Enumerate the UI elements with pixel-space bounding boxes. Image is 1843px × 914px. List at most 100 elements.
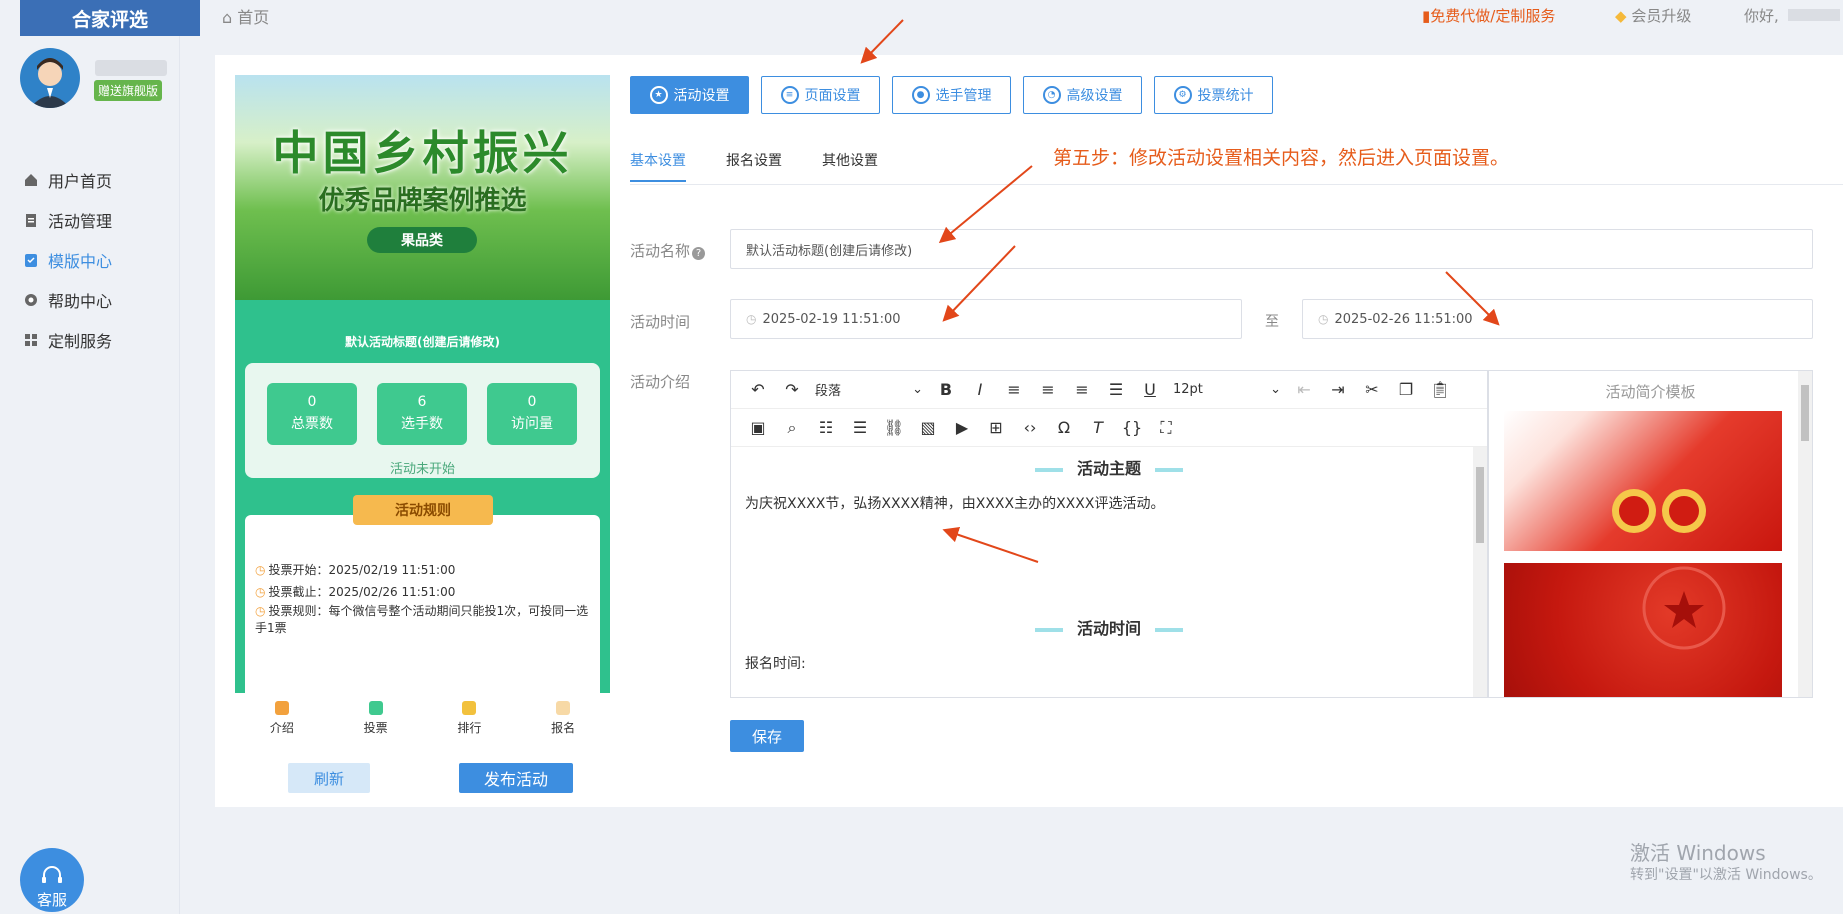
cut-icon[interactable]: ✂ [1355,377,1389,403]
sidebar-item-label: 帮助中心 [48,292,113,311]
sidebar-item-home[interactable]: 用户首页 [24,160,112,200]
redo-icon[interactable]: ↷ [775,377,809,403]
bold-icon[interactable]: B [929,377,963,403]
fullscreen-icon[interactable]: ⛶ [1149,415,1183,441]
tab-vote-stats[interactable]: ⚙ 投票统计 [1154,76,1273,114]
username-masked [95,60,167,76]
align-center-icon[interactable]: ≡ [1031,377,1065,403]
editor-scrollbar[interactable] [1473,447,1487,697]
start-time-value: 2025-02-19 11:51:00 [762,311,901,327]
bullet-list-icon[interactable]: ☷ [809,415,843,441]
copy-icon[interactable]: ❐ [1389,377,1423,403]
vip-upgrade-link[interactable]: ◆ 会员升级 [1615,5,1691,26]
select-all-icon[interactable]: ▣ [741,415,775,441]
sidebar-item-help[interactable]: 帮助中心 [24,280,112,320]
save-button[interactable]: 保存 [730,720,804,752]
preview-nav-vote[interactable]: 投票 [329,693,423,743]
clock-icon: ◷ [255,585,266,599]
stat-value: 0 [527,394,537,410]
scrollbar-thumb[interactable] [1801,385,1809,441]
omega-icon[interactable]: Ω [1047,415,1081,441]
user-greeting[interactable]: 你好, [1744,5,1779,26]
scrollbar-thumb[interactable] [1476,467,1484,543]
publish-button[interactable]: 发布活动 [459,763,573,793]
search-icon[interactable]: ⌕ [775,415,809,441]
tab-activity-settings[interactable]: ★ 活动设置 [630,76,749,114]
home-icon [24,173,38,187]
justify-icon[interactable]: ☰ [1099,377,1133,403]
paragraph-select[interactable]: 段落 ⌄ [809,377,929,403]
template-thumbnail[interactable] [1504,411,1782,551]
template-scrollbar[interactable] [1798,371,1812,697]
avatar[interactable] [20,48,80,108]
plan-badge: 赠送旗舰版 [94,80,163,101]
stats-icon: ⚙ [1173,86,1192,104]
tab-contestants[interactable]: ● 选手管理 [892,76,1011,114]
clock-icon: ◷ [255,563,266,577]
outdent-icon[interactable]: ⇤ [1287,377,1321,403]
sidebar-item-activities[interactable]: 活动管理 [24,200,112,240]
code-icon[interactable]: ‹› [1013,415,1047,441]
activity-name-input[interactable]: 默认活动标题(创建后请修改) [730,229,1813,269]
free-service-label: 免费代做/定制服务 [1430,7,1556,25]
preview-nav-signup[interactable]: 报名 [516,693,610,743]
app-logo[interactable]: 合家评选 [20,0,200,36]
align-left-icon[interactable]: ≡ [997,377,1031,403]
numbered-list-icon[interactable]: ☰ [843,415,877,441]
activity-state: 活动未开始 [389,462,455,477]
preview-activity-title: 默认活动标题(创建后请修改) [345,335,500,349]
username-masked [1788,9,1840,21]
image-icon[interactable]: ▧ [911,415,945,441]
subtab-other[interactable]: 其他设置 [822,150,878,182]
preview-nav-intro[interactable]: 介绍 [235,693,329,743]
table-icon[interactable]: ⊞ [979,415,1013,441]
sidebar-item-label: 定制服务 [48,332,113,351]
vip-icon: ◆ [1615,7,1632,25]
customer-service-button[interactable]: 客服 [20,848,84,912]
italic-icon[interactable]: I [963,377,997,403]
tab-advanced-settings[interactable]: ◔ 高级设置 [1023,76,1142,114]
sidebar-item-custom[interactable]: 定制服务 [24,320,112,360]
editor-content[interactable]: 活动主题 为庆祝XXXX节，弘扬XXXX精神，由XXXX主办的XXXX评选活动。… [731,447,1487,697]
stat-total-votes: 0 总票数 [267,383,357,445]
indent-icon[interactable]: ⇥ [1321,377,1355,403]
align-right-icon[interactable]: ≡ [1065,377,1099,403]
preview-nav-rank[interactable]: 排行 [423,693,517,743]
windows-watermark: 激活 Windows [1630,841,1766,865]
underline-icon[interactable]: U [1133,377,1167,403]
clear-format-icon[interactable]: T [1081,415,1115,441]
undo-icon[interactable]: ↶ [741,377,775,403]
stat-label: 总票数 [291,416,333,432]
template-panel: 活动简介模板 [1488,370,1813,698]
tab-label: 高级设置 [1066,88,1123,104]
preview-stats: 0 总票数 6 选手数 0 访问量 活动未开始 [245,363,600,478]
tab-label: 投票统计 [1197,88,1254,104]
subtab-signup[interactable]: 报名设置 [726,150,782,182]
free-service-link[interactable]: ▮免费代做/定制服务 [1422,5,1555,26]
content-paragraph: 为庆祝XXXX节，弘扬XXXX精神，由XXXX主办的XXXX评选活动。 [745,496,1165,512]
refresh-button[interactable]: 刷新 [288,763,370,793]
customer-service-label: 客服 [36,891,67,909]
subtab-basic[interactable]: 基本设置 [630,150,686,182]
tab-page-settings[interactable]: ≡ 页面设置 [761,76,880,114]
preview-banner: 中国乡村振兴 优秀品牌案例推选 果品类 [235,75,610,300]
paste-icon[interactable]: 📋︎ [1423,377,1457,403]
source-code-icon[interactable]: {} [1115,415,1149,441]
breadcrumb-home: 首页 [237,8,270,27]
clock-icon: ◷ [255,604,266,618]
preview-bottom-nav: 介绍 投票 排行 报名 [235,693,610,743]
banner-title: 中国乡村振兴 [272,126,573,180]
grid-icon [24,333,38,347]
headset-icon [42,866,62,883]
start-time-input[interactable]: ◷ 2025-02-19 11:51:00 [730,299,1242,339]
help-icon[interactable]: ? [692,247,706,260]
end-time-input[interactable]: ◷ 2025-02-26 11:51:00 [1302,299,1813,339]
link-icon[interactable]: ⛓ [877,415,911,441]
font-size-select[interactable]: 12pt ⌄ [1167,377,1287,403]
sidebar-item-label: 用户首页 [48,172,113,191]
sidebar-item-templates[interactable]: 模版中心 [24,240,112,280]
breadcrumb[interactable]: ⌂ 首页 [222,4,269,28]
video-icon[interactable]: ▶ [945,415,979,441]
envelope-icon [556,700,571,715]
template-thumbnail[interactable] [1504,563,1782,697]
